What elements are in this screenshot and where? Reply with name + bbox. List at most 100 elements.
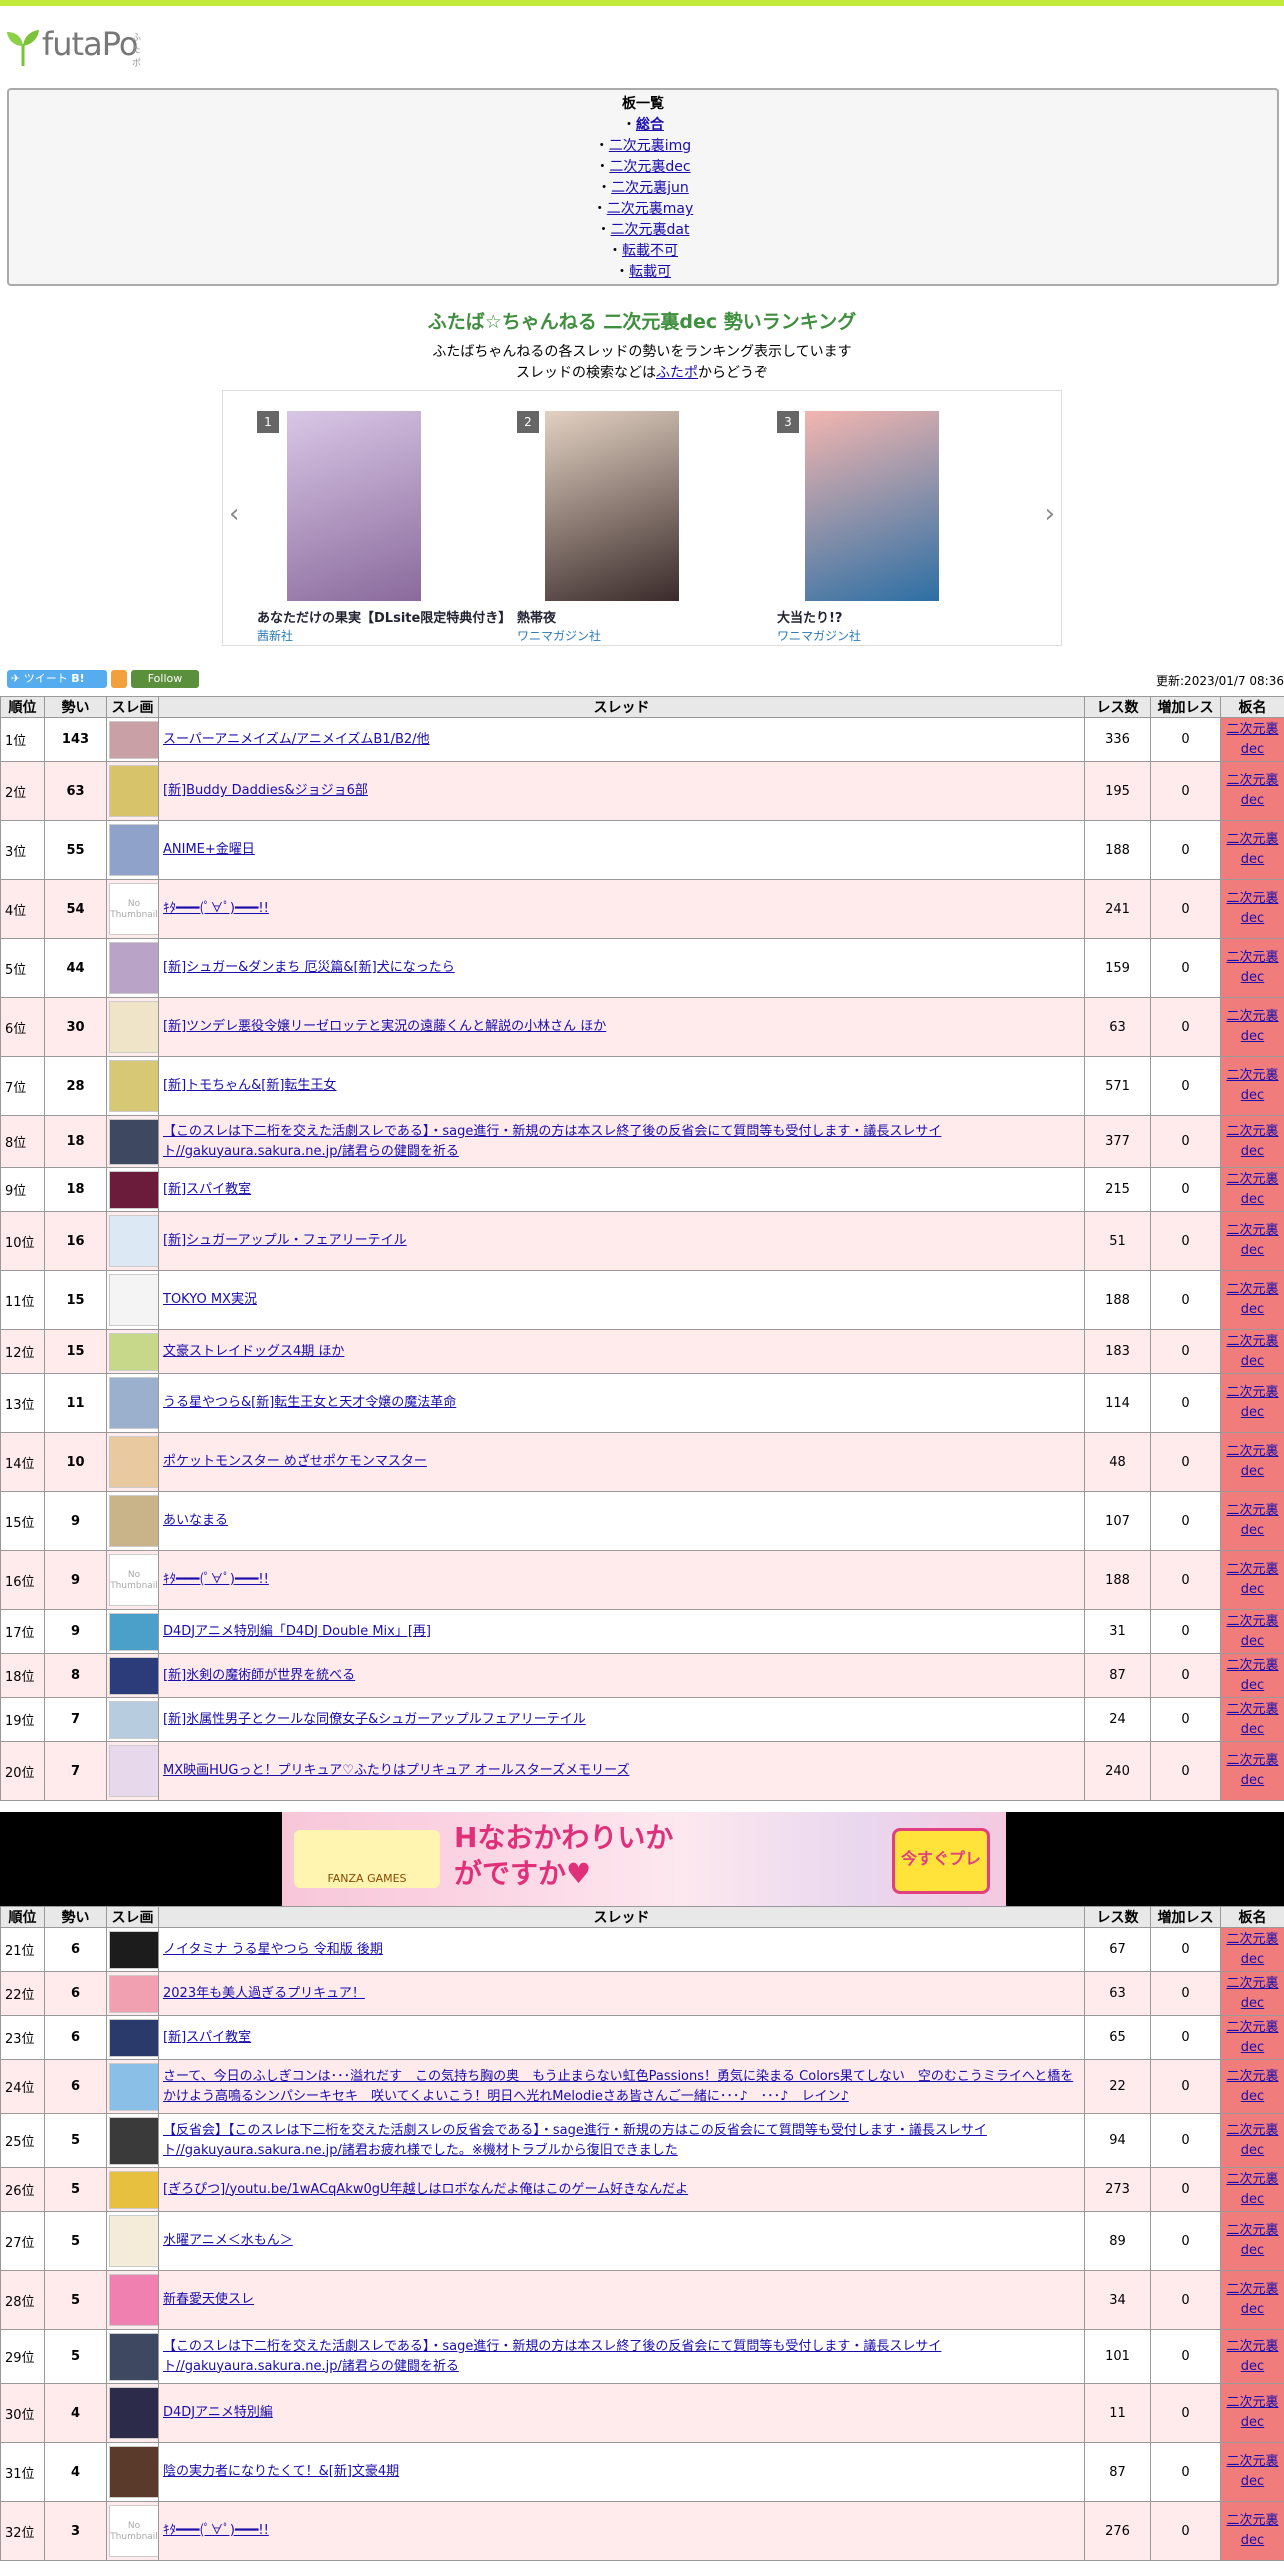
rss-icon[interactable]	[111, 670, 127, 688]
thread-thumbnail[interactable]	[109, 1745, 159, 1797]
thread-link[interactable]: [新]スパイ教室	[163, 1182, 251, 1197]
site-logo[interactable]: futaPo ふたポ	[6, 26, 141, 69]
thread-link[interactable]: 【このスレは下二桁を交えた活劇スレである】・sage進行・新規の方は本スレ終了後…	[163, 1124, 941, 1159]
board-name-link[interactable]: 二次元裏 dec	[1226, 832, 1278, 867]
thread-link[interactable]: うる星やつら&[新]転生王女と天才令嬢の魔法革命	[163, 1395, 456, 1410]
book-title[interactable]: 大当たり!?	[777, 607, 842, 626]
thread-thumbnail[interactable]	[109, 1612, 159, 1651]
thread-link[interactable]: [新]シュガーアップル・フェアリーテイル	[163, 1233, 407, 1248]
thread-thumbnail[interactable]	[109, 2387, 159, 2439]
thread-link[interactable]: 新春愛天使スレ	[163, 2292, 254, 2307]
thread-link[interactable]: [ぎろぴつ]/youtu.be/1wACqAkw0gU年越しはロボなんだよ俺はこ…	[163, 2182, 688, 2197]
thread-link[interactable]: TOKYO MX実況	[163, 1292, 257, 1307]
thread-link[interactable]: ｷﾀ━━━(ﾟ∀ﾟ)━━━!!	[163, 2523, 269, 2538]
book-cover-image[interactable]	[805, 411, 939, 601]
board-name-link[interactable]: 二次元裏 dec	[1226, 1976, 1278, 2011]
thread-link[interactable]: [新]スパイ教室	[163, 2030, 251, 2045]
thread-link[interactable]: D4DJアニメ特別編「D4DJ Double Mix」[再]	[163, 1624, 431, 1639]
thread-link[interactable]: [新]氷剣の魔術師が世界を統べる	[163, 1668, 355, 1683]
board-name-link[interactable]: 二次元裏 dec	[1226, 2454, 1278, 2489]
thread-thumbnail[interactable]	[109, 1332, 159, 1371]
board-link[interactable]: 二次元裏dat	[611, 222, 690, 238]
board-name-link[interactable]: 二次元裏 dec	[1226, 1503, 1278, 1538]
thread-link[interactable]: [新]氷属性男子とクールな同僚女子&シュガーアップルフェアリーテイル	[163, 1712, 586, 1727]
thread-thumbnail[interactable]	[109, 1170, 159, 1209]
board-name-link[interactable]: 二次元裏 dec	[1226, 1124, 1278, 1159]
board-name-link[interactable]: 二次元裏 dec	[1226, 1753, 1278, 1788]
thread-link[interactable]: [新]トモちゃん&[新]転生王女	[163, 1078, 336, 1093]
board-link[interactable]: 総合	[636, 117, 664, 133]
thread-thumbnail[interactable]	[109, 2062, 159, 2111]
book-cover-image[interactable]	[545, 411, 679, 601]
board-name-link[interactable]: 二次元裏 dec	[1226, 1068, 1278, 1103]
board-name-link[interactable]: 二次元裏 dec	[1226, 1009, 1278, 1044]
thread-link[interactable]: [新]ツンデレ悪役令嬢リーゼロッテと実況の遠藤くんと解説の小林さん ほか	[163, 1019, 606, 1034]
board-link[interactable]: 転載不可	[622, 243, 678, 259]
ad-banner[interactable]: FANZA GAMES Hなおかわりいかがですか♥ 今すぐプレイ	[282, 1812, 1006, 1924]
book-title[interactable]: あなただけの果実【DLsite限定特典付き】	[257, 607, 511, 626]
thread-thumbnail[interactable]	[109, 1495, 159, 1547]
chevron-left-icon[interactable]: ‹	[229, 499, 239, 529]
thread-thumbnail[interactable]	[109, 2446, 159, 2498]
thread-thumbnail[interactable]	[109, 1118, 159, 1165]
board-name-link[interactable]: 二次元裏 dec	[1226, 1223, 1278, 1258]
board-name-link[interactable]: 二次元裏 dec	[1226, 773, 1278, 808]
thread-link[interactable]: ANIME+金曜日	[163, 842, 255, 857]
board-name-link[interactable]: 二次元裏 dec	[1226, 1282, 1278, 1317]
futapo-link[interactable]: ふたポ	[656, 365, 698, 381]
thread-link[interactable]: 水曜アニメ＜水もん＞	[163, 2233, 293, 2248]
thread-link[interactable]: ポケットモンスター めざせポケモンマスター	[163, 1454, 427, 1469]
thread-link[interactable]: D4DJアニメ特別編	[163, 2405, 273, 2420]
tweet-button[interactable]: ✈ ツイート B!	[7, 670, 107, 688]
board-name-link[interactable]: 二次元裏 dec	[1226, 1334, 1278, 1369]
board-link[interactable]: 二次元裏may	[607, 201, 694, 217]
board-link[interactable]: 転載可	[629, 264, 671, 280]
follow-button[interactable]: Follow	[131, 670, 199, 688]
board-name-link[interactable]: 二次元裏 dec	[1226, 1172, 1278, 1207]
thread-link[interactable]: さーて、今日のふしぎコンは･･･溢れだす この気持ち胸の奥 もう止まらない虹色P…	[163, 2069, 1073, 2104]
hatena-bookmark-icon[interactable]: B!	[71, 672, 84, 685]
board-name-link[interactable]: 二次元裏 dec	[1226, 722, 1278, 757]
thread-link[interactable]: あいなまる	[163, 1513, 228, 1528]
thread-link[interactable]: MX映画HUGっと！プリキュア♡ふたりはプリキュア オールスターズメモリーズ	[163, 1763, 629, 1778]
board-name-link[interactable]: 二次元裏 dec	[1226, 950, 1278, 985]
thread-thumbnail[interactable]	[109, 1001, 159, 1053]
board-name-link[interactable]: 二次元裏 dec	[1226, 1658, 1278, 1693]
board-name-link[interactable]: 二次元裏 dec	[1226, 2069, 1278, 2104]
chevron-right-icon[interactable]: ›	[1045, 499, 1055, 529]
board-name-link[interactable]: 二次元裏 dec	[1226, 1702, 1278, 1737]
thread-thumbnail[interactable]	[109, 2332, 159, 2381]
book-title[interactable]: 熱帯夜	[517, 607, 556, 626]
thread-thumbnail[interactable]	[109, 1060, 159, 1112]
thread-link[interactable]: [新]Buddy Daddies&ジョジョ6部	[163, 783, 368, 798]
thread-thumbnail[interactable]	[109, 1974, 159, 2013]
board-name-link[interactable]: 二次元裏 dec	[1226, 891, 1278, 926]
ad-play-button[interactable]: 今すぐプレイ	[892, 1828, 990, 1924]
board-name-link[interactable]: 二次元裏 dec	[1226, 1385, 1278, 1420]
board-name-link[interactable]: 二次元裏 dec	[1226, 2339, 1278, 2374]
board-name-link[interactable]: 二次元裏 dec	[1226, 2282, 1278, 2317]
board-name-link[interactable]: 二次元裏 dec	[1226, 2223, 1278, 2258]
board-name-link[interactable]: 二次元裏 dec	[1226, 1444, 1278, 1479]
board-name-link[interactable]: 二次元裏 dec	[1226, 2513, 1278, 2548]
book-cover-image[interactable]	[287, 411, 421, 601]
thread-thumbnail[interactable]	[109, 942, 159, 994]
thread-thumbnail[interactable]	[109, 1700, 159, 1739]
no-thumbnail-image[interactable]: No Thumbnail	[109, 1554, 159, 1606]
thread-thumbnail[interactable]	[109, 1274, 159, 1326]
board-link[interactable]: 二次元裏jun	[611, 180, 689, 196]
thread-thumbnail[interactable]	[109, 2018, 159, 2057]
thread-thumbnail[interactable]	[109, 720, 159, 759]
board-link[interactable]: 二次元裏dec	[609, 159, 690, 175]
thread-link[interactable]: 文豪ストレイドッグス4期 ほか	[163, 1344, 344, 1359]
thread-thumbnail[interactable]	[109, 2274, 159, 2326]
thread-link[interactable]: 陰の実力者になりたくて！&[新]文豪4期	[163, 2464, 399, 2479]
board-name-link[interactable]: 二次元裏 dec	[1226, 1932, 1278, 1967]
thread-link[interactable]: 【反省会】【このスレは下二桁を交えた活劇スレの反省会である】・sage進行・新規…	[163, 2123, 987, 2158]
thread-link[interactable]: スーパーアニメイズム/アニメイズムB1/B2/他	[163, 732, 430, 747]
thread-thumbnail[interactable]	[109, 1930, 159, 1969]
thread-thumbnail[interactable]	[109, 765, 159, 817]
thread-link[interactable]: 【このスレは下二桁を交えた活劇スレである】・sage進行・新規の方は本スレ終了後…	[163, 2339, 941, 2374]
thread-thumbnail[interactable]	[109, 2170, 159, 2209]
thread-thumbnail[interactable]	[109, 1215, 159, 1267]
